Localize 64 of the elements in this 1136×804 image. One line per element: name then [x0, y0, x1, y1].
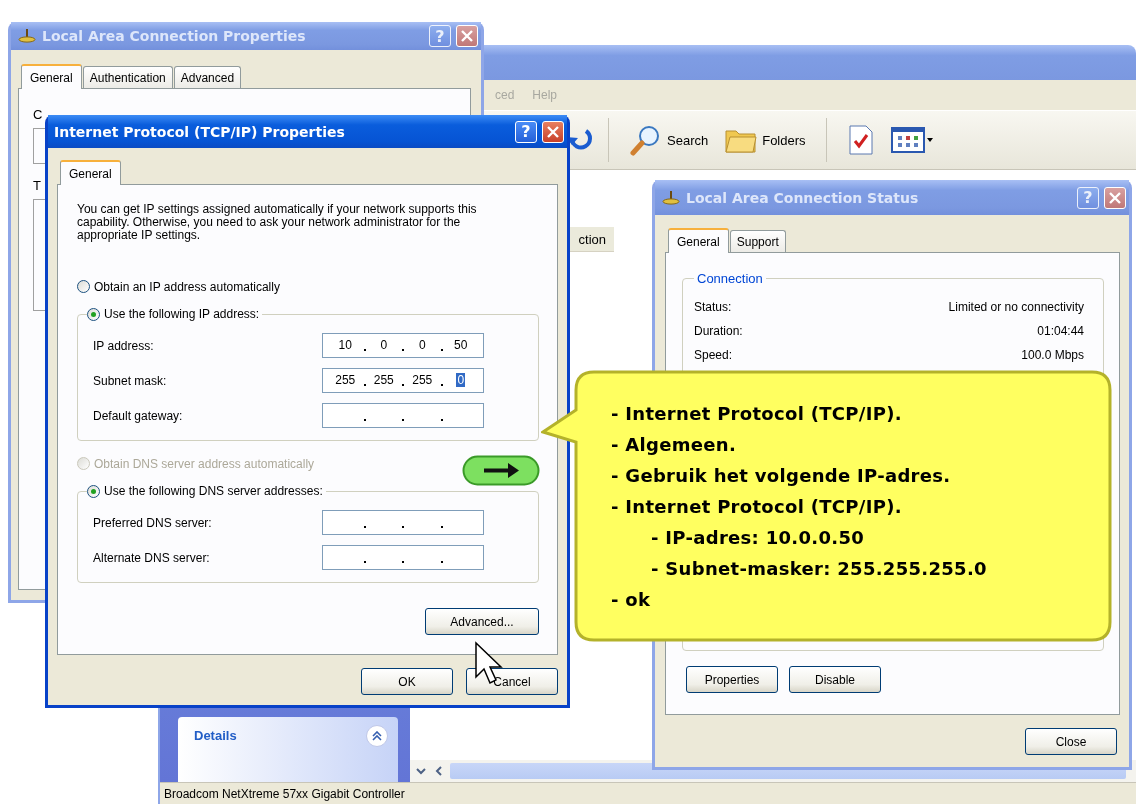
properties-button[interactable]: Properties	[686, 666, 778, 693]
close-button[interactable]	[1104, 186, 1126, 209]
folders-button[interactable]: Folders	[720, 123, 810, 157]
tab[interactable]: General	[21, 64, 82, 89]
callout-line: - Internet Protocol (TCP/IP).	[611, 495, 903, 519]
panel-title: Details	[194, 727, 238, 745]
callout-line: - ok	[611, 588, 652, 612]
status-bar: Broadcom NetXtreme 57xx Gigabit Controller	[160, 782, 1136, 804]
callout-line: - Internet Protocol (TCP/IP).	[611, 402, 903, 426]
radio-label: Use the following IP address:	[104, 307, 260, 321]
window-title: Internet Protocol (TCP/IP) Properties	[54, 123, 346, 140]
field-label: Duration:	[694, 324, 743, 338]
callout-line: - Gebruik het volgende IP-adres.	[611, 464, 952, 488]
close-text-button[interactable]: Close	[1025, 728, 1117, 755]
ip-address-field[interactable]	[322, 545, 484, 570]
field-label: Subnet mask:	[93, 373, 168, 388]
description-text: You can get IP settings assigned automatically if your network supports this capability. Otherwise, you need to ask your network administrator for the appropriate IP settings.	[77, 203, 478, 242]
tab[interactable]: Authentication	[82, 66, 173, 88]
tab[interactable]: Support	[729, 230, 786, 252]
radio-label: Use the following DNS server addresses:	[104, 484, 323, 498]
window-title: Local Area Connection Properties	[42, 28, 307, 44]
search-button[interactable]: Search	[625, 122, 713, 158]
ip-address-field[interactable]	[322, 403, 484, 428]
radio-button[interactable]	[87, 307, 100, 321]
ip-address-field[interactable]	[322, 510, 484, 535]
close-button[interactable]	[456, 25, 478, 47]
field-label: Alternate DNS server:	[93, 550, 211, 565]
radio-label: Obtain an IP address automatically	[94, 279, 280, 294]
double-chevron-icon	[372, 731, 382, 741]
help-button[interactable]: ?	[515, 120, 537, 143]
collapse-button[interactable]	[366, 725, 388, 747]
radio-button[interactable]	[77, 280, 90, 293]
radio-button[interactable]	[87, 484, 100, 498]
callout-line: - Algemeen.	[611, 433, 738, 457]
close-icon	[461, 30, 473, 42]
field-label: Speed:	[694, 348, 733, 362]
callout-line: - IP-adres: 10.0.0.50	[651, 526, 866, 550]
cancel-button[interactable]: Cancel	[466, 668, 558, 695]
field-value: 01:04:44	[1037, 324, 1084, 338]
ip-address-field[interactable]: 10 0 0 50	[322, 333, 484, 358]
tab[interactable]: General	[668, 228, 729, 253]
ok-button[interactable]: OK	[361, 668, 453, 695]
close-icon	[1109, 191, 1121, 204]
field-label: Preferred DNS server:	[93, 515, 213, 530]
group-title: Connection	[696, 271, 764, 286]
field-label: Default gateway:	[93, 408, 184, 423]
field-value: 100.0 Mbps	[1021, 348, 1084, 362]
disable-button[interactable]: Disable	[789, 666, 881, 693]
close-button[interactable]	[542, 120, 564, 143]
network-icon	[17, 28, 37, 44]
field-label: T	[33, 178, 42, 193]
advanced-button[interactable]: Advanced...	[425, 608, 539, 635]
tab[interactable]: Advanced	[173, 66, 242, 88]
tab[interactable]: General	[60, 160, 121, 185]
window-title: Local Area Connection Status	[686, 189, 920, 206]
network-icon	[661, 189, 681, 206]
ip-address-field[interactable]: 255 255 255 0	[322, 368, 484, 393]
radio-label: Obtain DNS server address automatically	[94, 456, 315, 471]
field-label: Status:	[694, 300, 732, 314]
field-value: Limited or no connectivity	[948, 300, 1084, 314]
close-icon	[547, 125, 559, 138]
callout-line: - Subnet-masker: 255.255.255.0	[651, 557, 988, 581]
field-label: IP address:	[93, 338, 155, 353]
field-label: C	[33, 107, 44, 122]
